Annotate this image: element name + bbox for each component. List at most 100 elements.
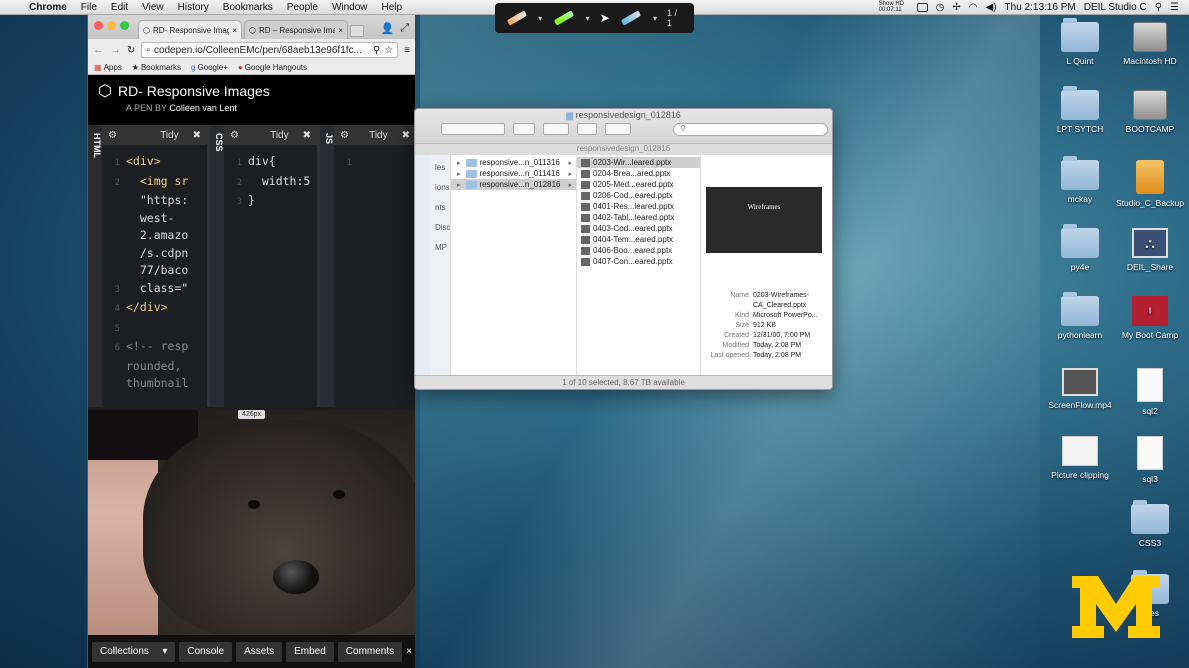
hd-indicator[interactable]: Show HD 00:07:11 bbox=[879, 1, 909, 13]
file-row[interactable]: 0403-Cod...eared.pptx bbox=[577, 223, 700, 234]
disclosure-icon[interactable]: ▸ bbox=[455, 181, 463, 189]
address-bar[interactable]: ▫ codepen.io/ColleenEMc/pen/68aeb13e96f1… bbox=[141, 42, 399, 58]
zoom-icon[interactable]: ⚲ bbox=[373, 45, 380, 56]
desktop-icon[interactable]: Studio_C_Backup bbox=[1110, 160, 1189, 208]
action-gear-button[interactable] bbox=[543, 123, 569, 135]
menu-bookmarks[interactable]: Bookmarks bbox=[216, 2, 280, 13]
sidebar-item[interactable]: ions bbox=[431, 177, 450, 197]
bookmark-apps[interactable]: ▦ Apps bbox=[94, 63, 122, 72]
html-code[interactable]: 1 <div> 2 <img sr "https: west- 2.amazo /s… bbox=[102, 153, 189, 393]
desktop-icon[interactable]: L Quint bbox=[1040, 18, 1120, 66]
pen-tool[interactable] bbox=[505, 10, 528, 26]
close-icon[interactable]: × bbox=[406, 646, 412, 657]
embed-button[interactable]: Embed bbox=[286, 641, 334, 662]
desktop-icon[interactable]: py4e bbox=[1040, 224, 1120, 272]
fullscreen-icon[interactable]: ⤢ bbox=[400, 22, 409, 35]
arrange-button[interactable] bbox=[513, 123, 535, 135]
menu-view[interactable]: View bbox=[135, 2, 171, 13]
file-row[interactable]: 0401-Res...leared.pptx bbox=[577, 201, 700, 212]
chevron-down-icon[interactable]: ▾ bbox=[653, 14, 657, 23]
tab-codepen-2[interactable]: ⬡ RD – Responsive Imag × bbox=[244, 20, 348, 39]
chevron-down-icon[interactable]: ▾ bbox=[586, 14, 590, 23]
js-code[interactable]: 1 bbox=[334, 153, 358, 173]
html-pane-label[interactable]: HTML bbox=[88, 125, 102, 407]
tidy-button[interactable]: Tidy bbox=[270, 130, 289, 141]
menu-edit[interactable]: Edit bbox=[104, 2, 135, 13]
collections-button[interactable]: Collections ▾ bbox=[92, 641, 176, 662]
time-machine-icon[interactable]: ◷ bbox=[936, 2, 945, 13]
wifi-icon[interactable]: ◠ bbox=[969, 2, 978, 13]
share-button[interactable] bbox=[577, 123, 597, 135]
file-row[interactable]: 0407-Con...eared.pptx bbox=[577, 256, 700, 267]
menu-people[interactable]: People bbox=[280, 2, 325, 13]
close-tab-icon[interactable]: × bbox=[232, 26, 237, 35]
chevron-down-icon[interactable]: ▾ bbox=[538, 14, 542, 23]
desktop-icon[interactable]: mckay bbox=[1040, 156, 1120, 204]
finder-search-field[interactable]: ⚲ bbox=[673, 123, 828, 136]
js-pane[interactable]: JS ⚙ Tidy ✖ 1 bbox=[320, 125, 415, 407]
close-window-button[interactable] bbox=[94, 21, 103, 30]
minimize-window-button[interactable] bbox=[107, 21, 116, 30]
sidebar-item[interactable]: Disc bbox=[431, 217, 450, 237]
screen-icon[interactable] bbox=[916, 2, 928, 12]
html-pane[interactable]: HTML ⚙ Tidy ✖ 1 <div> 2 <img sr "https: we… bbox=[88, 125, 210, 407]
tidy-button[interactable]: Tidy bbox=[369, 130, 388, 141]
console-button[interactable]: Console bbox=[179, 641, 233, 662]
close-icon[interactable]: ✖ bbox=[193, 130, 201, 141]
desktop-icon[interactable]: LPT SYTCH bbox=[1040, 86, 1120, 134]
bookmark-star-icon[interactable]: ☆ bbox=[384, 45, 393, 56]
bookmark-google-hangouts[interactable]: ● Google Hangouts bbox=[238, 63, 307, 72]
bookmark-bookmarks[interactable]: ★ Bookmarks bbox=[132, 63, 181, 72]
volume-icon[interactable]: ◀) bbox=[986, 2, 997, 13]
desktop-icon[interactable]: || My Boot Camp bbox=[1110, 296, 1189, 340]
gear-icon[interactable]: ⚙ bbox=[108, 130, 117, 141]
reload-button[interactable]: ↻ bbox=[127, 45, 135, 56]
css-code[interactable]: 1 div{2 width:5 3} bbox=[224, 153, 311, 212]
file-row[interactable]: 0406-Boo...eared.pptx bbox=[577, 245, 700, 256]
desktop-icon[interactable]: CSS3 bbox=[1110, 500, 1189, 548]
css-pane-label[interactable]: CSS bbox=[210, 125, 224, 407]
js-pane-label[interactable]: JS bbox=[320, 125, 334, 407]
menu-history[interactable]: History bbox=[171, 2, 216, 13]
menu-icon[interactable]: ≡ bbox=[404, 45, 410, 56]
desktop-icon[interactable]: BOOTCAMP bbox=[1110, 90, 1189, 134]
clock[interactable]: Thu 2:13:16 PM bbox=[1005, 2, 1076, 13]
folder-row[interactable]: ▸ responsive...n_011316 ▸ bbox=[451, 157, 576, 168]
new-tab-button[interactable] bbox=[350, 25, 364, 37]
file-row[interactable]: 0203-Wir...leared.pptx bbox=[577, 157, 700, 168]
bookmark-google-plus[interactable]: g Google+ bbox=[191, 63, 228, 72]
notification-icon[interactable]: ☰ bbox=[1170, 2, 1179, 13]
forward-button[interactable]: → bbox=[110, 44, 121, 56]
comments-button[interactable]: Comments bbox=[337, 641, 403, 662]
close-tab-icon[interactable]: × bbox=[338, 26, 343, 35]
sidebar-item[interactable]: MP bbox=[431, 237, 450, 257]
zoom-window-button[interactable] bbox=[120, 21, 129, 30]
gear-icon[interactable]: ⚙ bbox=[230, 130, 239, 141]
menu-window[interactable]: Window bbox=[325, 2, 375, 13]
tidy-button[interactable]: Tidy bbox=[160, 130, 179, 141]
desktop-icon[interactable]: sql3 bbox=[1110, 436, 1189, 484]
folder-row[interactable]: ▸ responsive...n_012816 ▸ bbox=[451, 179, 576, 190]
eraser-tool[interactable] bbox=[620, 10, 643, 26]
user-name[interactable]: DEIL Studio C bbox=[1084, 2, 1147, 13]
file-row[interactable]: 0205-Med...eared.pptx bbox=[577, 179, 700, 190]
desktop-icon[interactable]: ScreenFlow.mp4 bbox=[1040, 368, 1120, 410]
sidebar-item[interactable]: les bbox=[431, 157, 450, 177]
pointer-icon[interactable]: ➤ bbox=[600, 11, 610, 25]
assets-button[interactable]: Assets bbox=[236, 641, 283, 662]
desktop-icon[interactable]: Picture clipping bbox=[1040, 436, 1120, 480]
desktop-icon[interactable]: pythonlearn bbox=[1040, 292, 1120, 340]
folder-row[interactable]: ▸ responsive...n_011416 ▸ bbox=[451, 168, 576, 179]
menu-help[interactable]: Help bbox=[375, 2, 410, 13]
gear-icon[interactable]: ⚙ bbox=[340, 130, 349, 141]
menu-app-name[interactable]: Chrome bbox=[22, 2, 74, 13]
file-row[interactable]: 0204-Brea...ared.pptx bbox=[577, 168, 700, 179]
disclosure-icon[interactable]: ▸ bbox=[455, 159, 463, 167]
bluetooth-icon[interactable]: ✢ bbox=[952, 2, 960, 13]
tag-button[interactable] bbox=[605, 123, 631, 135]
profile-icon[interactable]: 👤 bbox=[380, 22, 394, 35]
file-row[interactable]: 0402-Tabl...leared.pptx bbox=[577, 212, 700, 223]
spotlight-icon[interactable]: ⚲ bbox=[1155, 2, 1162, 13]
desktop-icon[interactable]: Macintosh HD bbox=[1110, 22, 1189, 66]
sidebar-item[interactable]: nts bbox=[431, 197, 450, 217]
